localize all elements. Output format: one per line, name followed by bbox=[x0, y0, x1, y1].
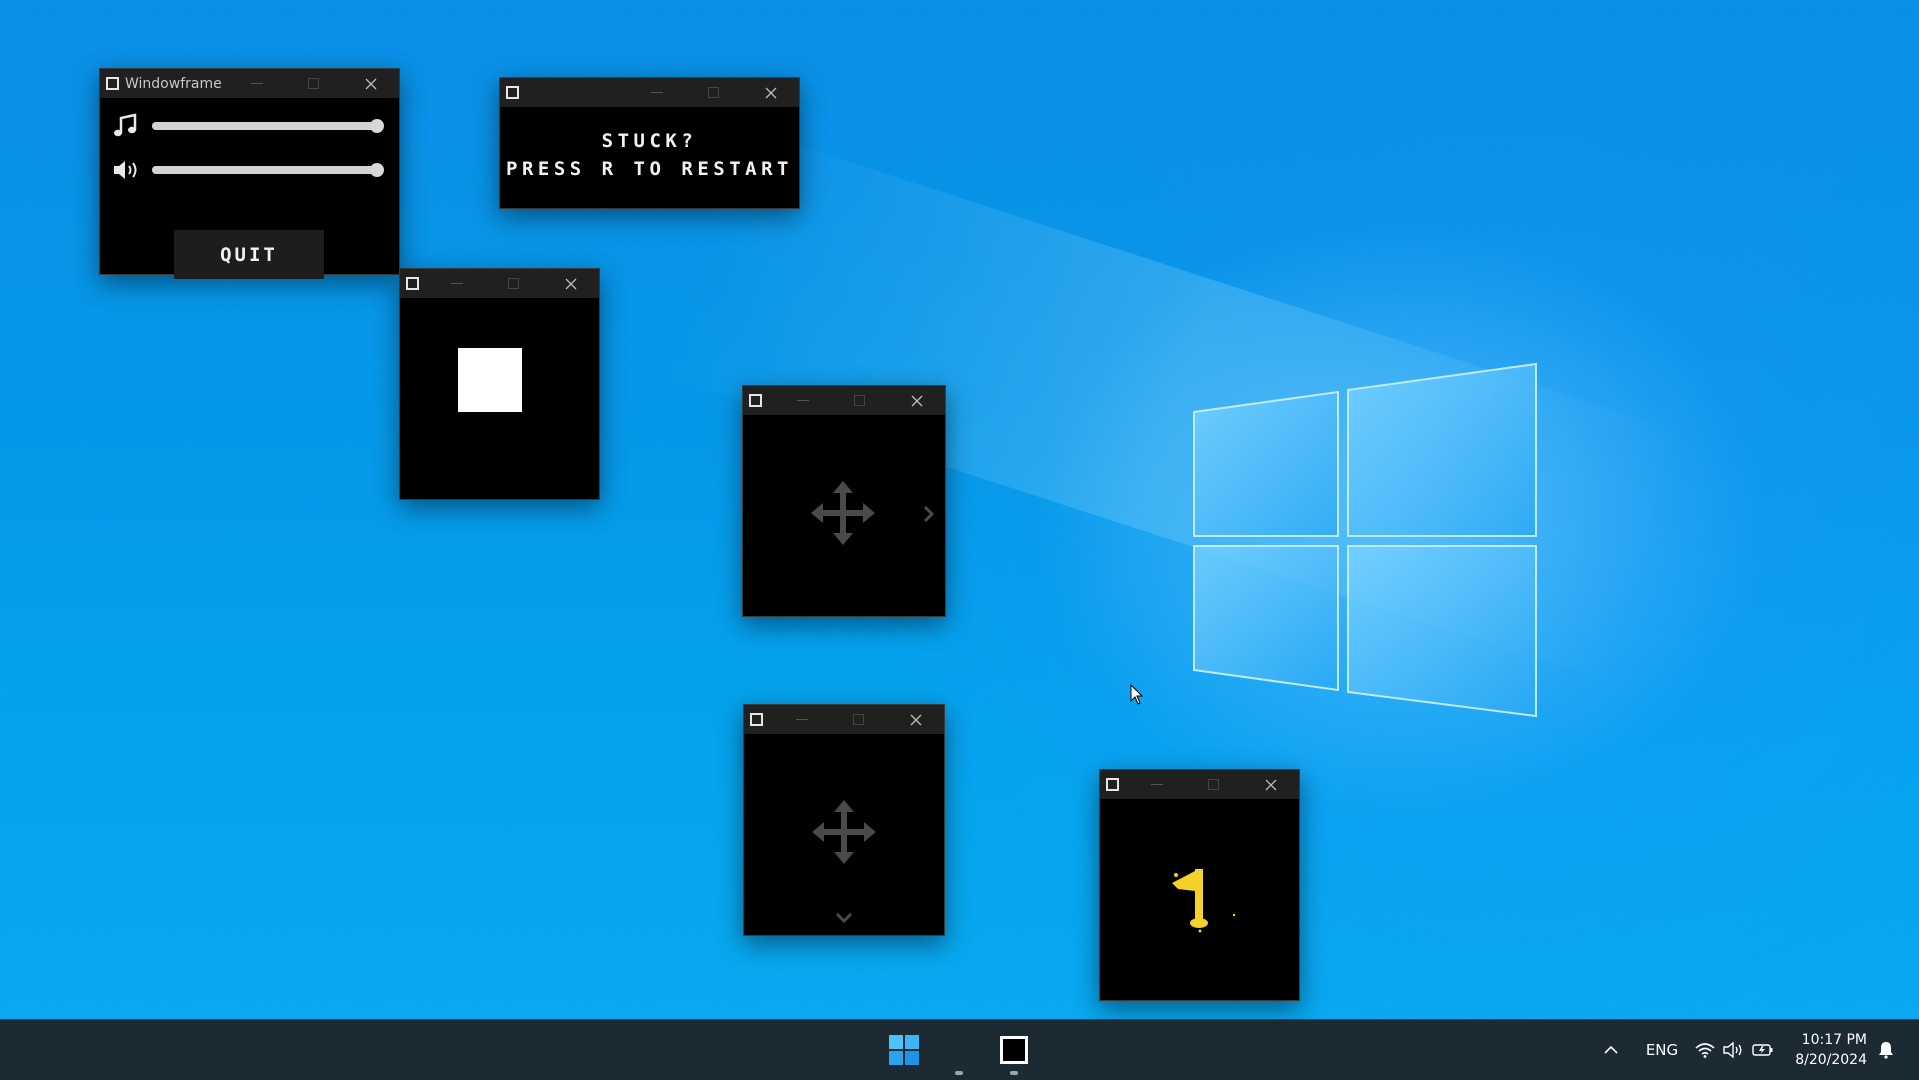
settings-content: QUIT bbox=[100, 98, 399, 279]
maximize-button[interactable] bbox=[685, 78, 742, 107]
player-titlebar[interactable] bbox=[400, 269, 599, 298]
close-button[interactable] bbox=[887, 705, 944, 734]
volume-button[interactable] bbox=[1720, 1034, 1746, 1066]
start-indicator bbox=[955, 1071, 963, 1075]
sound-volume-row bbox=[112, 156, 392, 184]
move-arrows-icon bbox=[812, 800, 876, 864]
settings-window[interactable]: Windowframe QUIT bbox=[99, 68, 400, 279]
player-content bbox=[400, 298, 599, 499]
settings-titlebar[interactable]: Windowframe bbox=[100, 69, 399, 98]
music-volume-slider[interactable] bbox=[152, 119, 384, 133]
battery-button[interactable] bbox=[1750, 1034, 1776, 1066]
volume-icon bbox=[1723, 1042, 1742, 1058]
window-app-icon bbox=[406, 277, 419, 290]
hint-content: STUCK? PRESS R TO RESTART bbox=[500, 107, 799, 208]
chevron-right-icon bbox=[923, 505, 935, 523]
close-button[interactable] bbox=[542, 269, 599, 298]
maximize-button[interactable] bbox=[830, 705, 887, 734]
goal-window[interactable] bbox=[1099, 769, 1300, 1001]
window-app-icon bbox=[106, 77, 119, 90]
minimize-button[interactable] bbox=[428, 269, 485, 298]
windowframe-taskbar-button[interactable] bbox=[992, 1028, 1036, 1072]
window-app-icon bbox=[1106, 778, 1119, 791]
maximize-button[interactable] bbox=[1185, 770, 1242, 799]
maximize-button[interactable] bbox=[485, 269, 542, 298]
sound-volume-thumb[interactable] bbox=[370, 163, 384, 177]
maximize-button[interactable] bbox=[285, 69, 342, 98]
chevron-down-icon bbox=[835, 912, 853, 924]
mouse-cursor-icon bbox=[1130, 684, 1144, 705]
sound-volume-fill bbox=[152, 166, 377, 174]
minimize-button[interactable] bbox=[1128, 770, 1185, 799]
desktop: Windowframe QUIT STUCK? PRESS R TO RESTA… bbox=[0, 0, 1919, 1019]
window-app-icon bbox=[506, 86, 519, 99]
yellow-flag-icon bbox=[1172, 869, 1236, 933]
bell-icon bbox=[1879, 1042, 1893, 1059]
clock-time: 10:17 PM bbox=[1801, 1032, 1867, 1048]
window-app-icon bbox=[750, 713, 763, 726]
window-app-icon bbox=[749, 394, 762, 407]
move-down-titlebar[interactable] bbox=[744, 705, 944, 734]
music-volume-row bbox=[112, 112, 392, 140]
quit-button[interactable]: QUIT bbox=[174, 230, 324, 279]
language-indicator[interactable]: ENG bbox=[1640, 1034, 1684, 1066]
music-volume-fill bbox=[152, 122, 377, 130]
minimize-button[interactable] bbox=[628, 78, 685, 107]
white-square-player bbox=[458, 348, 522, 412]
music-note-icon bbox=[114, 113, 137, 137]
goal-titlebar[interactable] bbox=[1100, 770, 1299, 799]
close-button[interactable] bbox=[888, 386, 945, 415]
music-volume-thumb[interactable] bbox=[370, 119, 384, 133]
hint-titlebar[interactable] bbox=[500, 78, 799, 107]
move-down-content bbox=[744, 734, 944, 935]
taskbar: ENG 10:17 PM 8/20/2024 bbox=[0, 1019, 1919, 1080]
taskbar-clock[interactable]: 10:17 PM 8/20/2024 bbox=[1795, 1030, 1867, 1070]
hint-line-1: STUCK? bbox=[601, 130, 698, 152]
hint-window[interactable]: STUCK? PRESS R TO RESTART bbox=[499, 77, 800, 209]
battery-icon bbox=[1752, 1044, 1773, 1056]
speaker-volume-icon bbox=[114, 161, 137, 179]
windowframe-app-icon bbox=[1000, 1036, 1028, 1064]
move-right-window[interactable] bbox=[742, 385, 946, 617]
app-running-indicator bbox=[1010, 1071, 1018, 1075]
window-title: Windowframe bbox=[125, 75, 222, 92]
windows-wallpaper-logo bbox=[1193, 362, 1537, 718]
wifi-icon bbox=[1695, 1043, 1715, 1058]
minimize-button[interactable] bbox=[228, 69, 285, 98]
maximize-button[interactable] bbox=[831, 386, 888, 415]
sound-volume-slider[interactable] bbox=[152, 163, 384, 177]
minimize-button[interactable] bbox=[774, 386, 831, 415]
move-down-window[interactable] bbox=[743, 704, 945, 936]
network-button[interactable] bbox=[1692, 1034, 1718, 1066]
tray-overflow-button[interactable] bbox=[1596, 1034, 1626, 1066]
close-button[interactable] bbox=[342, 69, 399, 98]
close-button[interactable] bbox=[742, 78, 799, 107]
notifications-button[interactable] bbox=[1872, 1034, 1900, 1066]
move-arrows-icon bbox=[811, 481, 875, 545]
player-window[interactable] bbox=[399, 268, 600, 500]
start-button[interactable] bbox=[882, 1028, 926, 1072]
chevron-up-icon bbox=[1604, 1045, 1618, 1054]
close-button[interactable] bbox=[1242, 770, 1299, 799]
hint-line-2: PRESS R TO RESTART bbox=[506, 158, 793, 180]
windows-start-icon bbox=[889, 1035, 919, 1065]
goal-content bbox=[1100, 799, 1299, 1000]
clock-date: 8/20/2024 bbox=[1795, 1052, 1867, 1068]
move-right-titlebar[interactable] bbox=[743, 386, 945, 415]
move-right-content bbox=[743, 415, 945, 616]
minimize-button[interactable] bbox=[773, 705, 830, 734]
